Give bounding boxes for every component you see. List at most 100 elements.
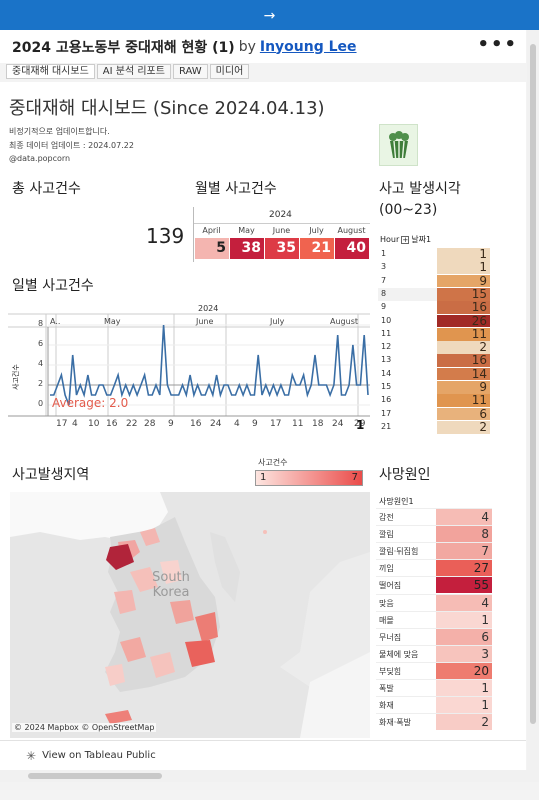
monthly-value: 38 [241,240,261,256]
hourly-row[interactable]: 10 26 [378,314,490,328]
hourly-row[interactable]: 11 11 [378,327,490,341]
cause-row[interactable]: 떨어짐 55 [376,576,492,594]
hourly-row[interactable]: 21 2 [378,420,490,434]
cause-name: 끼임 [379,564,394,574]
hourly-row[interactable]: 11 [378,247,490,261]
monthly-value-cell[interactable]: 40 [335,238,369,259]
monthly-value-cell[interactable]: 35 [265,238,299,259]
viz-header: 2024 고용노동부 중대재해 현황 (1) by Inyoung Lee ••… [0,30,526,63]
tab-media[interactable]: 미디어 [209,64,250,79]
hour-label: 14 [381,368,392,378]
cause-count-cell: 1 [436,697,492,714]
hourly-row[interactable]: 12 2 [378,340,490,354]
hour-label: 7 [381,275,387,285]
cause-row[interactable]: 무너짐 6 [376,627,492,645]
cause-name: 깔림·뒤집힘 [379,547,419,557]
hourly-row[interactable]: 17 6 [378,406,490,421]
cause-row[interactable]: 폭발 1 [376,679,492,697]
daily-month-label: May [104,317,121,326]
cause-count-cell: 4 [436,509,492,526]
hour-count: 9 [479,380,487,394]
cause-row[interactable]: 깔림 8 [376,525,492,543]
hourly-row[interactable]: 79 [378,274,490,288]
hour-count-cell: 16 [437,353,490,368]
monthly-value: 5 [216,240,226,256]
cause-count-cell: 1 [436,680,492,697]
hourly-header-hour: Hour [380,235,400,244]
map-credit: © 2024 Mapbox © OpenStreetMap [12,723,157,732]
daily-accidents-chart: 2024 사고건수 A.. May June July August 8 6 4 2 0 17 4… [8,300,370,458]
vertical-scrollbar[interactable] [527,30,539,770]
daily-x-tick: 18 [312,419,324,429]
hourly-row[interactable]: 13 16 [378,353,490,368]
tab-dashboard[interactable]: 중대재해 대시보드 [6,64,95,79]
hour-count: 16 [471,353,487,368]
hour-count: 15 [471,286,487,301]
horizontal-scrollbar[interactable] [0,770,539,782]
hourly-row[interactable]: 15 9 [378,380,490,394]
daily-x-tick: 10 [88,419,100,429]
cause-count-cell: 55 [436,577,492,594]
tab-raw[interactable]: RAW [172,64,208,79]
hourly-header: Hour + 날짜1 [380,234,431,245]
cause-row[interactable]: 감전 4 [376,508,492,526]
banner-arrow-icon: → [263,8,276,24]
monthly-value: 35 [276,240,296,256]
hourly-row[interactable]: 16 11 [378,394,490,408]
monthly-value-cell[interactable]: 5 [195,238,229,259]
tableau-icon[interactable]: ✳ [26,749,36,763]
view-on-tableau-link[interactable]: View on Tableau Public [42,750,156,761]
monthly-value-cell[interactable]: 38 [230,238,264,259]
accident-region-map[interactable]: South Korea © 2024 Mapbox © OpenStreetMa… [10,492,370,738]
daily-x-tick: 17 [270,419,282,429]
cause-row[interactable]: 화재 1 [376,696,492,714]
hour-label: 16 [381,395,392,405]
daily-month-label: July [270,317,285,326]
cause-row[interactable]: 끼임 27 [376,559,492,577]
tab-ai-report[interactable]: AI 분석 리포트 [96,64,171,79]
cause-row[interactable]: 물체에 맞음 3 [376,644,492,662]
cause-row[interactable]: 맞음 4 [376,593,492,611]
hour-count-cell: 2 [437,420,490,434]
hourly-row[interactable]: 9 16 [378,301,490,314]
hourly-row[interactable]: 31 [378,261,490,275]
hourly-row[interactable]: 8 15 [378,286,490,302]
cause-count: 8 [481,527,489,542]
cause-count-cell: 8 [436,526,492,543]
more-options-icon[interactable]: ••• [477,34,518,55]
daily-y-tick: 8 [38,319,44,328]
author-link[interactable]: Inyoung Lee [260,39,357,55]
cause-name: 폭발 [379,684,394,693]
map-legend: 1 7 [255,470,363,486]
cause-count-cell: 4 [436,594,492,611]
dashboard-tabs: 중대재해 대시보드 AI 분석 리포트 RAW 미디어 [6,64,250,80]
vertical-scrollbar-thumb[interactable] [530,44,536,724]
horizontal-scrollbar-thumb[interactable] [28,773,162,779]
hourly-row[interactable]: 14 14 [378,367,490,381]
cause-row[interactable]: 부딪힘 20 [376,661,492,679]
cause-row[interactable]: 화재·폭발 2 [376,713,492,731]
daily-x-tick: 24 [332,419,344,429]
hour-count: 6 [479,406,487,421]
cause-row[interactable]: 깔림·뒤집힘 7 [376,542,492,560]
hour-label: 17 [381,408,392,418]
hour-count-cell: 11 [437,327,490,341]
monthly-value-cell[interactable]: 21 [300,238,334,259]
total-accidents-value: 139 [146,224,185,248]
cause-row[interactable]: 매몰 1 [376,610,492,628]
hour-count-cell: 9 [437,274,490,288]
cause-count-cell: 27 [436,560,492,577]
cause-count: 1 [481,698,489,713]
total-accidents-title: 총 사고건수 [12,181,81,197]
hour-label: 9 [381,302,387,312]
hour-count-cell: 6 [437,406,490,421]
hour-count-cell: 1 [437,247,490,261]
cause-count-cell: 6 [436,628,492,645]
hour-count-cell: 9 [437,380,490,394]
hour-count-cell: 26 [437,314,490,328]
daily-x-tick: 16 [190,419,202,429]
promo-banner[interactable]: → [0,0,539,30]
dashboard-canvas: 중대재해 대시보드 (Since 2024.04.13) 비정기적으로 업데이트… [0,82,526,740]
cause-count: 55 [473,578,489,593]
expand-icon[interactable]: + [401,235,410,244]
